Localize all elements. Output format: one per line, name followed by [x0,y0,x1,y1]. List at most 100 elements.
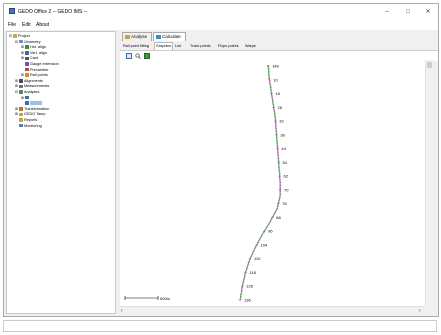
tree-node-label: Project [18,34,30,38]
tree-node[interactable]: ⊞ Hor. align [21,45,46,49]
tree-node[interactable]: ⊞ Cant [21,56,38,60]
tree-node[interactable]: Gauge extension [21,62,59,66]
tree-node[interactable]: ⊟ Analyses [15,90,39,94]
horizontal-scrollbar[interactable]: ‹ › [120,306,425,315]
app-icon [9,8,15,14]
select-tool-icon[interactable] [126,53,132,59]
tree-node[interactable]: ⊞ Rail points [21,73,48,77]
tree-node-label: GEDO Tamp [24,112,46,117]
tab-rail-point-fitting[interactable]: Rail point fitting [123,43,149,49]
analyses-icon [19,90,23,94]
cant-icon [25,56,29,61]
window-title: GEDO Office 2 -- GEDO IMS -- [18,9,88,15]
scroll-left-arrow[interactable]: ‹ [121,308,123,314]
tree-node-label: Reports [24,118,38,122]
tab-analyse[interactable]: Analyse [122,32,152,41]
app-window: GEDO Office 2 -- GEDO IMS -- – □ ✕ File … [3,3,439,317]
menu-bar: File Edit About [4,20,438,30]
vertical-scroll-thumb[interactable] [427,62,432,68]
tree-node[interactable]: Precamber [21,68,49,72]
track-offset-line [240,64,282,301]
analysis-item-icon [25,95,29,100]
tree-node-label: Measurements [24,84,50,89]
tree-node[interactable]: ⊞ Alignments [15,79,43,83]
station-label: 36 [280,132,285,137]
gauge-icon [25,62,29,66]
station-label: 18 [275,91,280,96]
project-tree[interactable]: ⊟ Project ⊟ Geometry ⊞ Hor. align ⊞ Vert. align… [6,31,116,314]
reports-icon [19,118,23,122]
tab-graphics[interactable]: Graphics [154,42,174,50]
tree-node-label: Hor. align [30,45,47,50]
vertical-scrollbar[interactable] [425,60,434,306]
tab-track-points[interactable]: Track points [190,43,211,49]
tree-node[interactable]: ⊞ Vert. align [21,51,47,55]
tree-node-label: Rail points [30,73,48,78]
tab-list[interactable]: List [175,43,181,49]
minimize-button[interactable]: – [382,7,392,17]
station-label: 10 [273,77,278,82]
tab-analyse-label: Analyse [131,34,148,39]
tab-fixpo-points[interactable]: Fixpo points [218,43,238,49]
zoom-tool-icon[interactable] [135,53,141,59]
station-label: 136 [244,298,251,303]
tree-node[interactable]: Reports [15,118,37,122]
tree-node[interactable]: ⊟ Geometry [15,40,41,44]
title-bar: GEDO Office 2 -- GEDO IMS -- – □ ✕ [4,4,438,20]
station-label: 96 [268,229,273,234]
analysis-selected-icon [25,101,29,105]
station-label: 78 [282,201,287,206]
tree-node[interactable]: ⊞ Measurements [15,84,49,88]
station-label: 118 [249,270,256,275]
close-button[interactable]: ✕ [423,7,433,17]
monitoring-icon [19,123,23,128]
analyse-tab-icon [125,35,130,39]
station-label: 148 [272,64,279,69]
station-label: 26 [277,105,282,110]
tree-node[interactable]: ⊟ Project [9,34,30,38]
menu-edit[interactable]: Edit [22,22,31,28]
hor-align-icon [25,45,29,49]
menu-file[interactable]: File [8,22,16,28]
station-label: 70 [284,187,289,192]
tree-node[interactable]: ⊞ Transformation [15,107,49,111]
tree-node-label: Geometry [24,39,41,44]
scroll-right-arrow[interactable]: › [419,308,421,314]
tree-node-label: Transformation [24,106,50,111]
analysis-panel: Analyse Calculate Rail point fitting Gra… [120,31,438,315]
rail-points-icon [25,73,29,77]
alignments-icon [19,79,23,83]
tree-node-label: Alignments [24,78,43,83]
export-tool-icon[interactable] [144,53,150,59]
vert-align-icon [25,51,29,55]
tree-node-label: Precamber [30,67,49,72]
tree-node[interactable]: ⊞ [21,96,30,100]
track-centerline [239,64,281,301]
project-icon [13,34,17,38]
transformation-icon [19,107,23,111]
tree-node[interactable]: Monitoring [15,124,42,128]
menu-about[interactable]: About [36,22,49,28]
measurements-icon [19,84,23,89]
tree-node-label [30,101,42,106]
tree-node[interactable] [21,101,42,106]
tab-calculate[interactable]: Calculate [153,32,186,41]
geometry-icon [19,39,23,44]
calculate-tab-icon [156,35,161,39]
status-panel [3,320,437,332]
tree-node[interactable]: ⊞ GEDO Tamp [15,112,45,116]
precamber-icon [25,67,29,72]
scale-bar: 500m [124,296,171,301]
station-label: 104 [261,242,268,247]
tree-node-label: Monitoring [24,123,42,128]
tab-calculate-label: Calculate [162,34,181,39]
track-graphic[interactable]: 148 10 18 26 32 36 44 54 62 70 78 88 96 104 110 118 128 1… [120,60,425,306]
station-label: 110 [254,256,261,261]
station-label: 44 [281,146,286,151]
station-label: 32 [279,119,284,124]
track-graphic-canvas: 148 10 18 26 32 36 44 54 62 70 78 88 96 104 110 118 128 1… [124,64,289,303]
tree-node-label: Cant [30,56,39,61]
tab-warps[interactable]: Warps [245,43,256,49]
station-label: 62 [284,174,289,179]
maximize-button[interactable]: □ [403,7,413,17]
